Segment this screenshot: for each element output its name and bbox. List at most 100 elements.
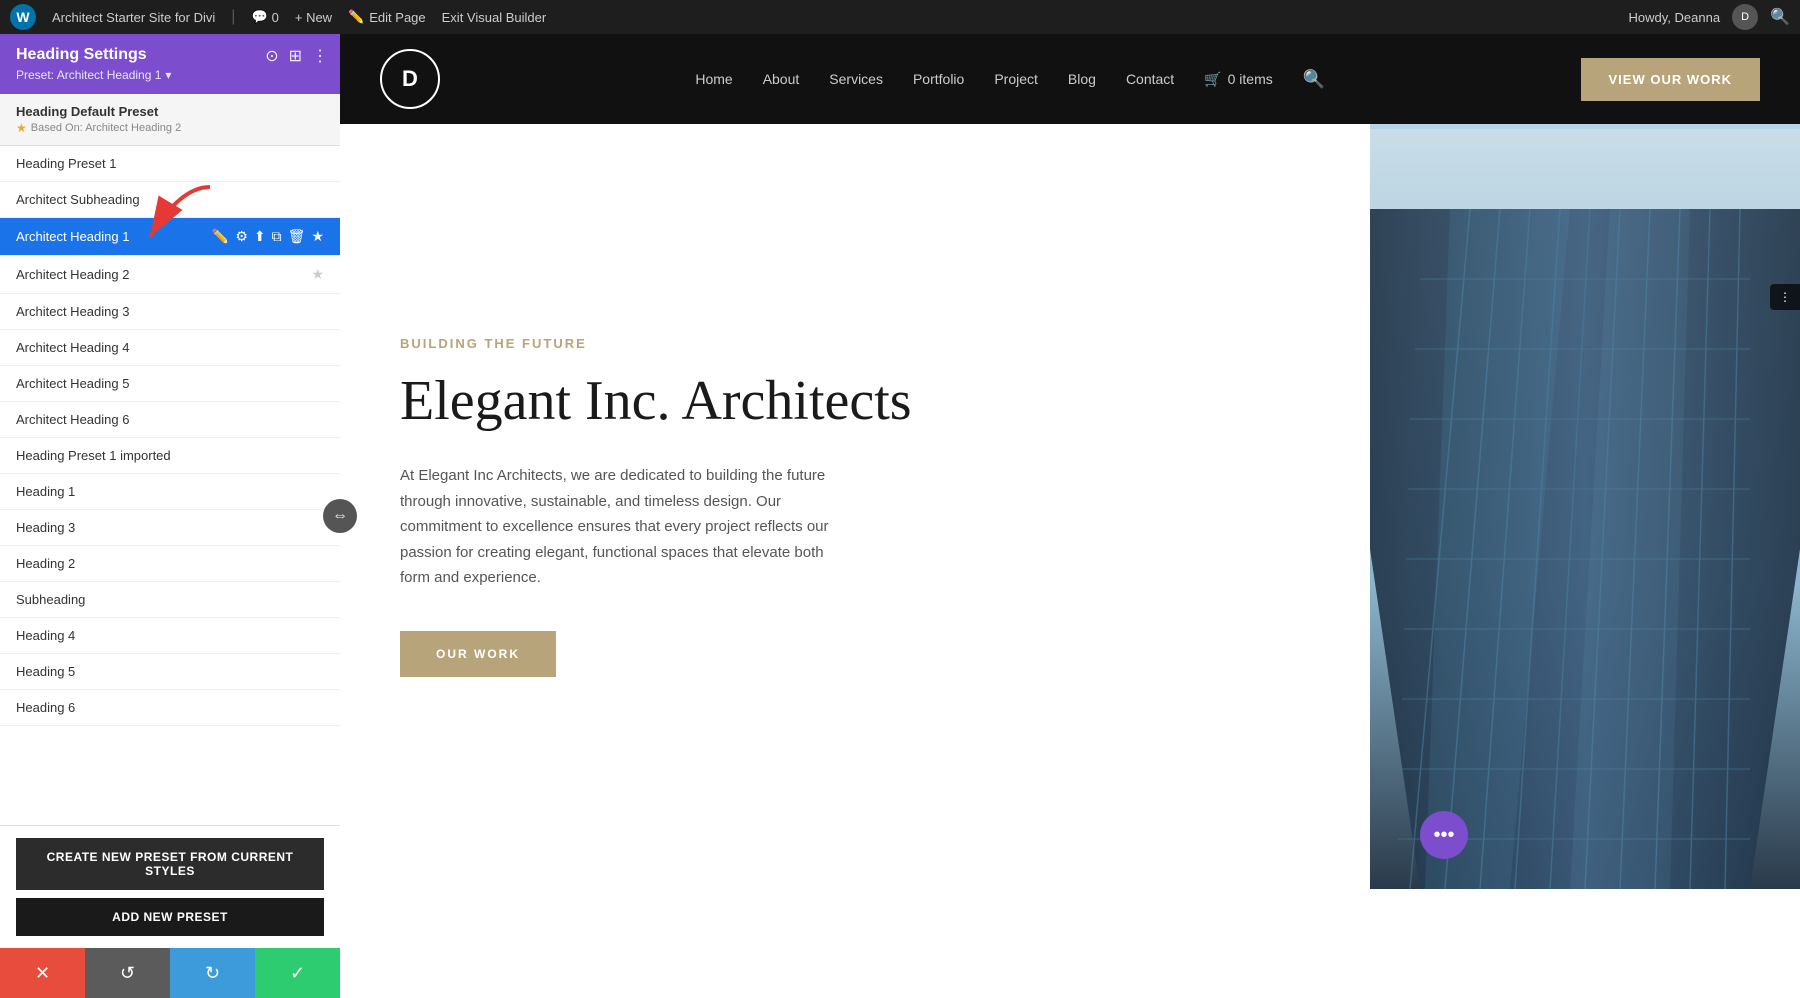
item-label: Architect Heading 6 <box>16 412 324 427</box>
item-label: Heading Preset 1 imported <box>16 448 324 463</box>
site-name[interactable]: Architect Starter Site for Divi <box>52 10 215 25</box>
preset-item-heading-preset-1-imported[interactable]: Heading Preset 1 imported <box>0 438 340 474</box>
new-content-button[interactable]: + New <box>295 10 332 25</box>
site-navigation: D Home About Services Portfolio Project … <box>340 34 1800 124</box>
item-label: Heading Preset 1 <box>16 156 324 171</box>
preset-item-heading-6[interactable]: Heading 6 <box>0 690 340 726</box>
undo-icon: ↺ <box>120 963 135 984</box>
website-preview: D Home About Services Portfolio Project … <box>340 34 1800 998</box>
panel-header-icons: ⊙ ⊞ ⋮ <box>265 46 328 66</box>
layout-icon[interactable]: ⊞ <box>289 46 302 66</box>
view-work-button[interactable]: VIEW OUR WORK <box>1581 58 1761 101</box>
nav-link-project[interactable]: Project <box>994 71 1038 87</box>
panel-header: Heading Settings Preset: Architect Headi… <box>0 34 340 94</box>
item-label: Heading 2 <box>16 556 324 571</box>
preset-group-header: Heading Default Preset ★ Based On: Archi… <box>0 94 340 146</box>
item-label: Architect Heading 4 <box>16 340 324 355</box>
nav-link-contact[interactable]: Contact <box>1126 71 1174 87</box>
item-label: Heading 1 <box>16 484 324 499</box>
preset-item-heading-preset-1[interactable]: Heading Preset 1 <box>0 146 340 182</box>
save-icon: ✓ <box>290 963 305 984</box>
preset-item-architect-heading-6[interactable]: Architect Heading 6 <box>0 402 340 438</box>
delete-icon[interactable]: 🗑 <box>288 228 306 245</box>
user-avatar[interactable]: D <box>1732 4 1758 30</box>
redo-button[interactable]: ↻ <box>170 948 255 998</box>
preset-item-heading-2[interactable]: Heading 2 <box>0 546 340 582</box>
item-label: Architect Heading 2 <box>16 267 311 282</box>
floating-fab-button[interactable]: ••• <box>1420 811 1468 859</box>
undo-button[interactable]: ↺ <box>85 948 170 998</box>
module-settings-bar: ⋮ <box>1770 284 1800 310</box>
redo-icon: ↻ <box>205 963 220 984</box>
our-work-button[interactable]: OUR WORK <box>400 631 556 677</box>
preset-item-architect-heading-5[interactable]: Architect Heading 5 <box>0 366 340 402</box>
preset-item-architect-heading-2[interactable]: Architect Heading 2 ★ <box>0 256 340 294</box>
exit-builder-label: Exit Visual Builder <box>442 10 547 25</box>
hero-subtitle: BUILDING THE FUTURE <box>400 336 1310 351</box>
settings-icon[interactable]: ⚙ <box>235 228 248 245</box>
preset-item-architect-subheading[interactable]: Architect Subheading <box>0 182 340 218</box>
preset-item-architect-heading-3[interactable]: Architect Heading 3 <box>0 294 340 330</box>
item-action-icons: ✏️ ⚙ ⬆ ⧉ 🗑 ★ <box>212 228 324 245</box>
wp-admin-bar: W Architect Starter Site for Divi | 💬 0 … <box>0 0 1800 34</box>
panel-footer: ✕ ↺ ↻ ✓ <box>0 948 340 998</box>
site-logo: D <box>380 49 440 109</box>
comment-count: 0 <box>272 10 279 25</box>
preset-item-heading-3[interactable]: Heading 3 <box>0 510 340 546</box>
item-label: Heading 6 <box>16 700 324 715</box>
preset-label[interactable]: Preset: Architect Heading 1 ▾ <box>16 68 324 82</box>
star-active-icon[interactable]: ★ <box>311 228 324 245</box>
preset-item-subheading[interactable]: Subheading <box>0 582 340 618</box>
cancel-button[interactable]: ✕ <box>0 948 85 998</box>
more-options-icon[interactable]: ⋮ <box>312 46 328 66</box>
star-icon: ★ <box>16 121 27 135</box>
cart-icon: 🛒 <box>1204 71 1221 88</box>
create-preset-button[interactable]: CREATE NEW PRESET FROM CURRENT STYLES <box>16 838 324 890</box>
focus-mode-icon[interactable]: ⊙ <box>265 46 278 66</box>
item-label: Architect Subheading <box>16 192 324 207</box>
add-preset-button[interactable]: ADD NEW PRESET <box>16 898 324 936</box>
wp-logo-icon[interactable]: W <box>10 4 36 30</box>
nav-link-blog[interactable]: Blog <box>1068 71 1096 87</box>
settings-dots-icon[interactable]: ⋮ <box>1779 290 1791 304</box>
hero-content: BUILDING THE FUTURE Elegant Inc. Archite… <box>340 124 1370 889</box>
preset-item-heading-5[interactable]: Heading 5 <box>0 654 340 690</box>
item-label: Heading 5 <box>16 664 324 679</box>
nav-search-icon[interactable]: 🔍 <box>1303 69 1325 90</box>
howdy-text: Howdy, Deanna <box>1629 10 1721 25</box>
preset-label-text: Preset: Architect Heading 1 <box>16 68 161 82</box>
nav-link-home[interactable]: Home <box>695 71 732 87</box>
building-background <box>1370 124 1800 889</box>
new-label: + New <box>295 10 332 25</box>
preset-item-architect-heading-1[interactable]: Architect Heading 1 ✏️ ⚙ ⬆ ⧉ 🗑 ★ <box>0 218 340 256</box>
nav-right: VIEW OUR WORK <box>1581 58 1761 101</box>
based-on-label: Based On: Architect Heading 2 <box>31 122 181 134</box>
admin-search-icon[interactable]: 🔍 <box>1770 7 1790 27</box>
main-layout: Heading Settings Preset: Architect Headi… <box>0 0 1800 998</box>
comments-link[interactable]: 💬 0 <box>251 9 278 25</box>
item-label: Heading 4 <box>16 628 324 643</box>
nav-link-portfolio[interactable]: Portfolio <box>913 71 964 87</box>
preset-list: Heading Default Preset ★ Based On: Archi… <box>0 94 340 825</box>
edit-icon[interactable]: ✏️ <box>212 228 229 245</box>
nav-link-services[interactable]: Services <box>829 71 883 87</box>
upload-icon[interactable]: ⬆ <box>254 228 266 245</box>
panel-resize-handle[interactable]: ⇔ <box>323 499 357 533</box>
edit-page-link[interactable]: ✏️ Edit Page <box>348 9 426 25</box>
preset-item-heading-4[interactable]: Heading 4 <box>0 618 340 654</box>
hero-title: Elegant Inc. Architects <box>400 371 1310 433</box>
exit-visual-builder-link[interactable]: Exit Visual Builder <box>442 10 547 25</box>
preset-item-architect-heading-4[interactable]: Architect Heading 4 <box>0 330 340 366</box>
item-label: Architect Heading 3 <box>16 304 324 319</box>
panel-buttons: CREATE NEW PRESET FROM CURRENT STYLES AD… <box>0 825 340 948</box>
cart-link[interactable]: 🛒 0 items <box>1204 71 1273 88</box>
group-title: Heading Default Preset <box>16 104 324 119</box>
site-title-text: Architect Starter Site for Divi <box>52 10 215 25</box>
item-label: Heading 3 <box>16 520 324 535</box>
nav-link-about[interactable]: About <box>763 71 800 87</box>
save-button[interactable]: ✓ <box>255 948 340 998</box>
chevron-down-icon: ▾ <box>165 68 171 82</box>
star-button[interactable]: ★ <box>311 266 324 283</box>
preset-item-heading-1[interactable]: Heading 1 <box>0 474 340 510</box>
duplicate-icon[interactable]: ⧉ <box>272 228 282 245</box>
